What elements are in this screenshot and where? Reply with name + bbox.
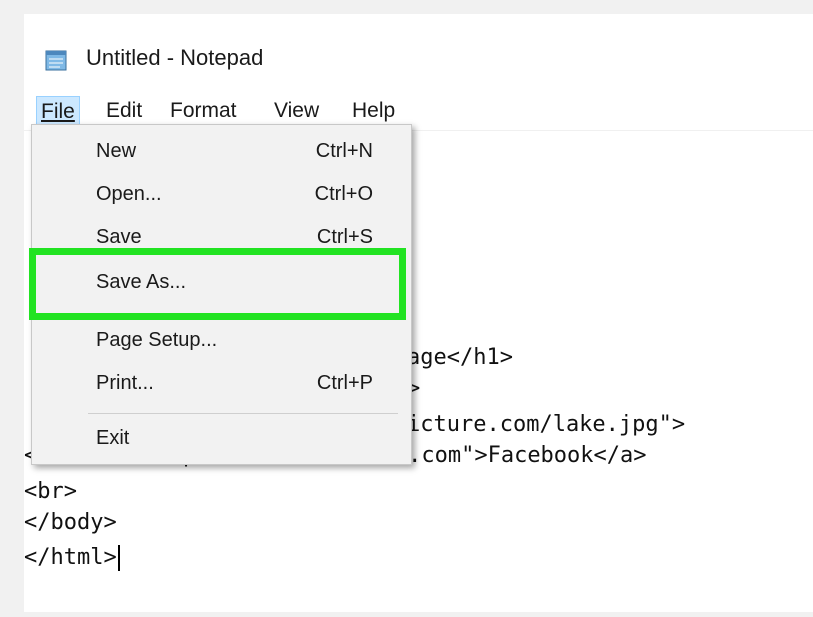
menu-item-label: Page Setup... <box>96 329 218 351</box>
menu-edit[interactable]: Edit <box>102 96 146 126</box>
code-line: </body> <box>24 510 117 535</box>
menu-help[interactable]: Help <box>348 96 399 126</box>
code-line: age</h1> <box>407 345 513 370</box>
menu-item-label: Open... <box>96 183 162 205</box>
code-line: icture.com/lake.jpg"> <box>407 412 686 437</box>
menu-item-shortcut: Ctrl+P <box>316 372 373 394</box>
save-as-highlight-box <box>29 248 406 320</box>
code-line: </html> <box>24 545 117 570</box>
menu-item-exit[interactable]: Exit <box>32 418 411 458</box>
text-caret <box>117 545 120 571</box>
menu-item-print[interactable]: Print... Ctrl+P <box>32 363 411 403</box>
screenshot-frame-left <box>0 0 24 617</box>
menu-item-shortcut: Ctrl+N <box>315 140 373 162</box>
menu-separator <box>88 413 398 414</box>
menu-item-label: Exit <box>96 427 130 449</box>
window-title: Untitled - Notepad <box>86 45 264 70</box>
menu-view[interactable]: View <box>270 96 323 126</box>
menu-item-label: Print... <box>96 372 154 394</box>
menu-item-shortcut: Ctrl+O <box>314 183 373 205</box>
menu-item-label: New <box>96 140 137 162</box>
menu-format[interactable]: Format <box>166 96 241 126</box>
screenshot-frame-top <box>0 0 813 14</box>
menu-item-new[interactable]: New Ctrl+N <box>32 131 411 171</box>
screenshot-frame-bottom <box>0 612 813 617</box>
menu-item-open[interactable]: Open... Ctrl+O <box>32 174 411 214</box>
notepad-icon <box>44 48 70 72</box>
code-line-with-caret: </html> <box>24 543 120 573</box>
code-line: <br> <box>24 479 77 504</box>
menu-item-page-setup[interactable]: Page Setup... <box>32 320 411 360</box>
title-bar: Untitled - Notepad <box>24 14 813 94</box>
